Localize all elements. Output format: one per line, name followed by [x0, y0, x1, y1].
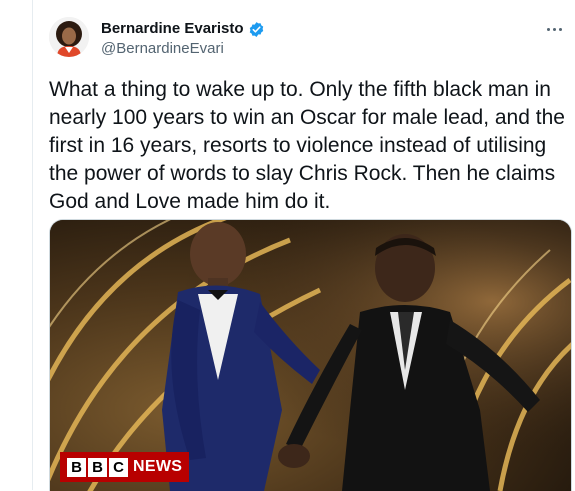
bbc-news-watermark: B B C NEWS	[60, 452, 190, 482]
bbc-logo-block: C	[109, 457, 128, 477]
more-options-icon[interactable]	[541, 18, 567, 40]
avatar[interactable]	[49, 17, 89, 57]
tweet-photo[interactable]: B B C NEWS	[49, 219, 572, 491]
author-display-name[interactable]: Bernardine Evaristo	[101, 20, 244, 38]
verified-badge-icon	[248, 21, 265, 38]
bbc-logo-block: B	[67, 457, 86, 477]
bbc-logo-block: B	[88, 457, 107, 477]
tweet[interactable]: Bernardine Evaristo @BernardineEvari Wha…	[33, 0, 575, 491]
author-handle[interactable]: @BernardineEvari	[101, 40, 224, 58]
photo-illustration	[50, 220, 571, 491]
tweet-text: What a thing to wake up to. Only the fif…	[49, 78, 565, 213]
bbc-news-label: NEWS	[133, 458, 183, 475]
author-name-row: Bernardine Evaristo	[101, 20, 265, 38]
bbc-logo: B B C	[67, 457, 128, 477]
